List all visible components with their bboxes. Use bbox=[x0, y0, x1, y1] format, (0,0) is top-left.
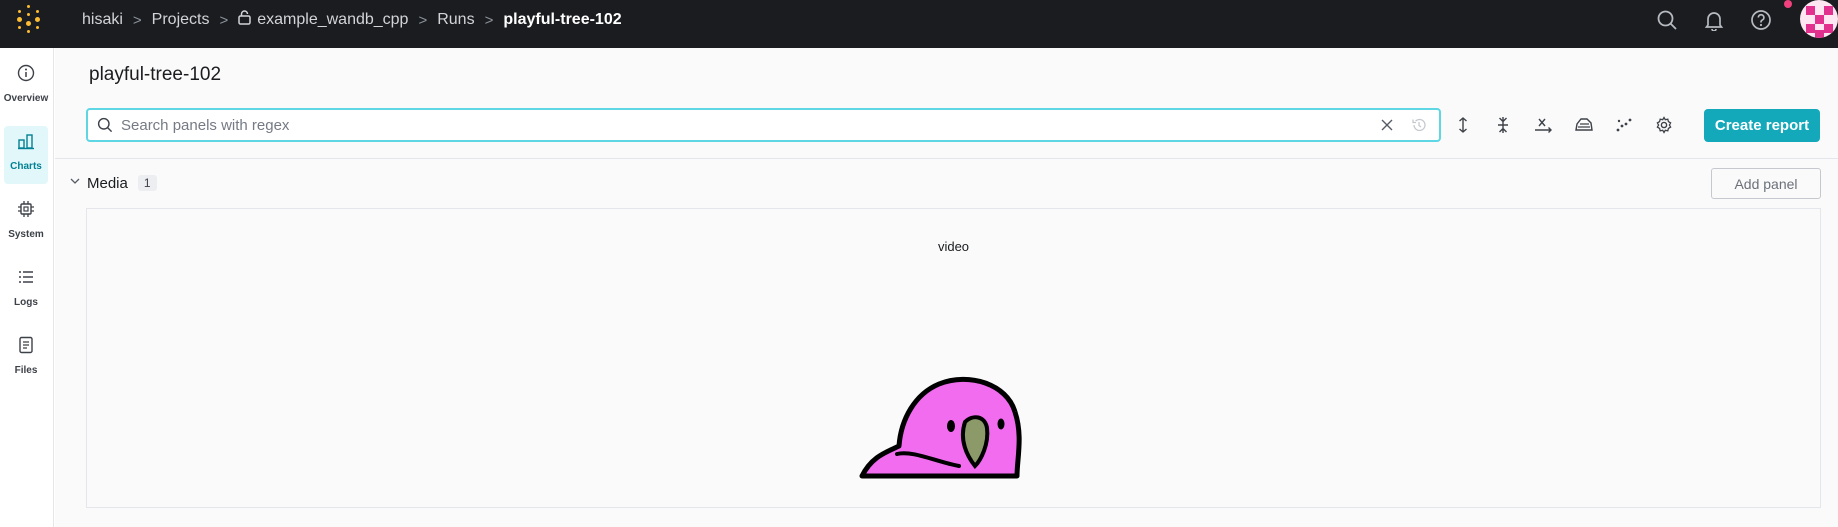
nav-logs-label: Logs bbox=[14, 297, 38, 308]
chip-icon bbox=[17, 200, 35, 223]
page-title: playful-tree-102 bbox=[89, 64, 222, 85]
settings-icon[interactable] bbox=[1653, 114, 1675, 136]
nav-files[interactable]: Files bbox=[4, 330, 48, 388]
expand-vertical-icon[interactable] bbox=[1452, 114, 1474, 136]
breadcrumb-runs[interactable]: Runs bbox=[437, 11, 474, 29]
file-icon bbox=[17, 336, 35, 359]
media-panel[interactable]: video bbox=[86, 208, 1821, 508]
search-icon[interactable] bbox=[1654, 7, 1680, 33]
section-title: Media bbox=[87, 174, 128, 192]
wandb-logo[interactable] bbox=[17, 5, 48, 35]
info-icon bbox=[17, 64, 35, 87]
nav-overview-label: Overview bbox=[3, 93, 49, 104]
nav-overview[interactable]: Overview bbox=[4, 58, 48, 116]
section-media-header[interactable]: Media 1 bbox=[69, 169, 157, 197]
list-icon bbox=[17, 268, 35, 291]
chevron-right-icon: > bbox=[418, 11, 428, 29]
notification-dot bbox=[1784, 0, 1792, 8]
divider bbox=[55, 158, 1838, 159]
breadcrumb-current-run[interactable]: playful-tree-102 bbox=[503, 11, 621, 29]
breadcrumb-project[interactable]: example_wandb_cpp bbox=[257, 11, 408, 29]
avatar[interactable] bbox=[1800, 0, 1838, 38]
create-report-button[interactable]: Create report bbox=[1704, 109, 1820, 142]
bell-icon[interactable] bbox=[1701, 7, 1727, 33]
top-bar: hisaki > Projects > example_wandb_cpp > … bbox=[0, 0, 1838, 48]
chevron-right-icon: > bbox=[132, 11, 142, 29]
parrot-video-frame bbox=[859, 376, 1022, 479]
search-icon bbox=[97, 117, 113, 138]
chevron-right-icon: > bbox=[484, 11, 494, 29]
chevron-down-icon[interactable] bbox=[69, 174, 81, 192]
breadcrumb-entity[interactable]: hisaki bbox=[82, 11, 123, 29]
run-sidebar: Overview Charts System Logs Files bbox=[0, 48, 54, 527]
nav-system[interactable]: System bbox=[4, 194, 48, 252]
breadcrumb: hisaki > Projects > example_wandb_cpp > … bbox=[82, 0, 622, 40]
nav-files-label: Files bbox=[14, 365, 38, 376]
panel-title: video bbox=[937, 239, 970, 254]
bar-chart-icon bbox=[17, 132, 35, 155]
add-panel-button[interactable]: Add panel bbox=[1711, 168, 1821, 199]
nav-logs[interactable]: Logs bbox=[4, 262, 48, 320]
nav-charts[interactable]: Charts bbox=[4, 126, 48, 184]
main-content: playful-tree-102 Create report Media bbox=[55, 48, 1838, 527]
section-count-badge: 1 bbox=[137, 175, 157, 191]
breadcrumb-projects[interactable]: Projects bbox=[152, 11, 210, 29]
nav-charts-label: Charts bbox=[10, 161, 42, 172]
x-axis-icon[interactable] bbox=[1533, 114, 1555, 136]
outliers-icon[interactable] bbox=[1613, 114, 1635, 136]
collapse-icon[interactable] bbox=[1492, 114, 1514, 136]
search-input[interactable] bbox=[121, 114, 1351, 136]
history-icon[interactable] bbox=[1411, 117, 1427, 138]
close-icon[interactable] bbox=[1379, 117, 1395, 138]
panel-search-box bbox=[86, 108, 1441, 142]
nav-system-label: System bbox=[8, 229, 44, 240]
lock-icon bbox=[238, 10, 251, 30]
smoothing-icon[interactable] bbox=[1573, 114, 1595, 136]
help-icon[interactable] bbox=[1748, 7, 1774, 33]
chevron-right-icon: > bbox=[219, 11, 229, 29]
